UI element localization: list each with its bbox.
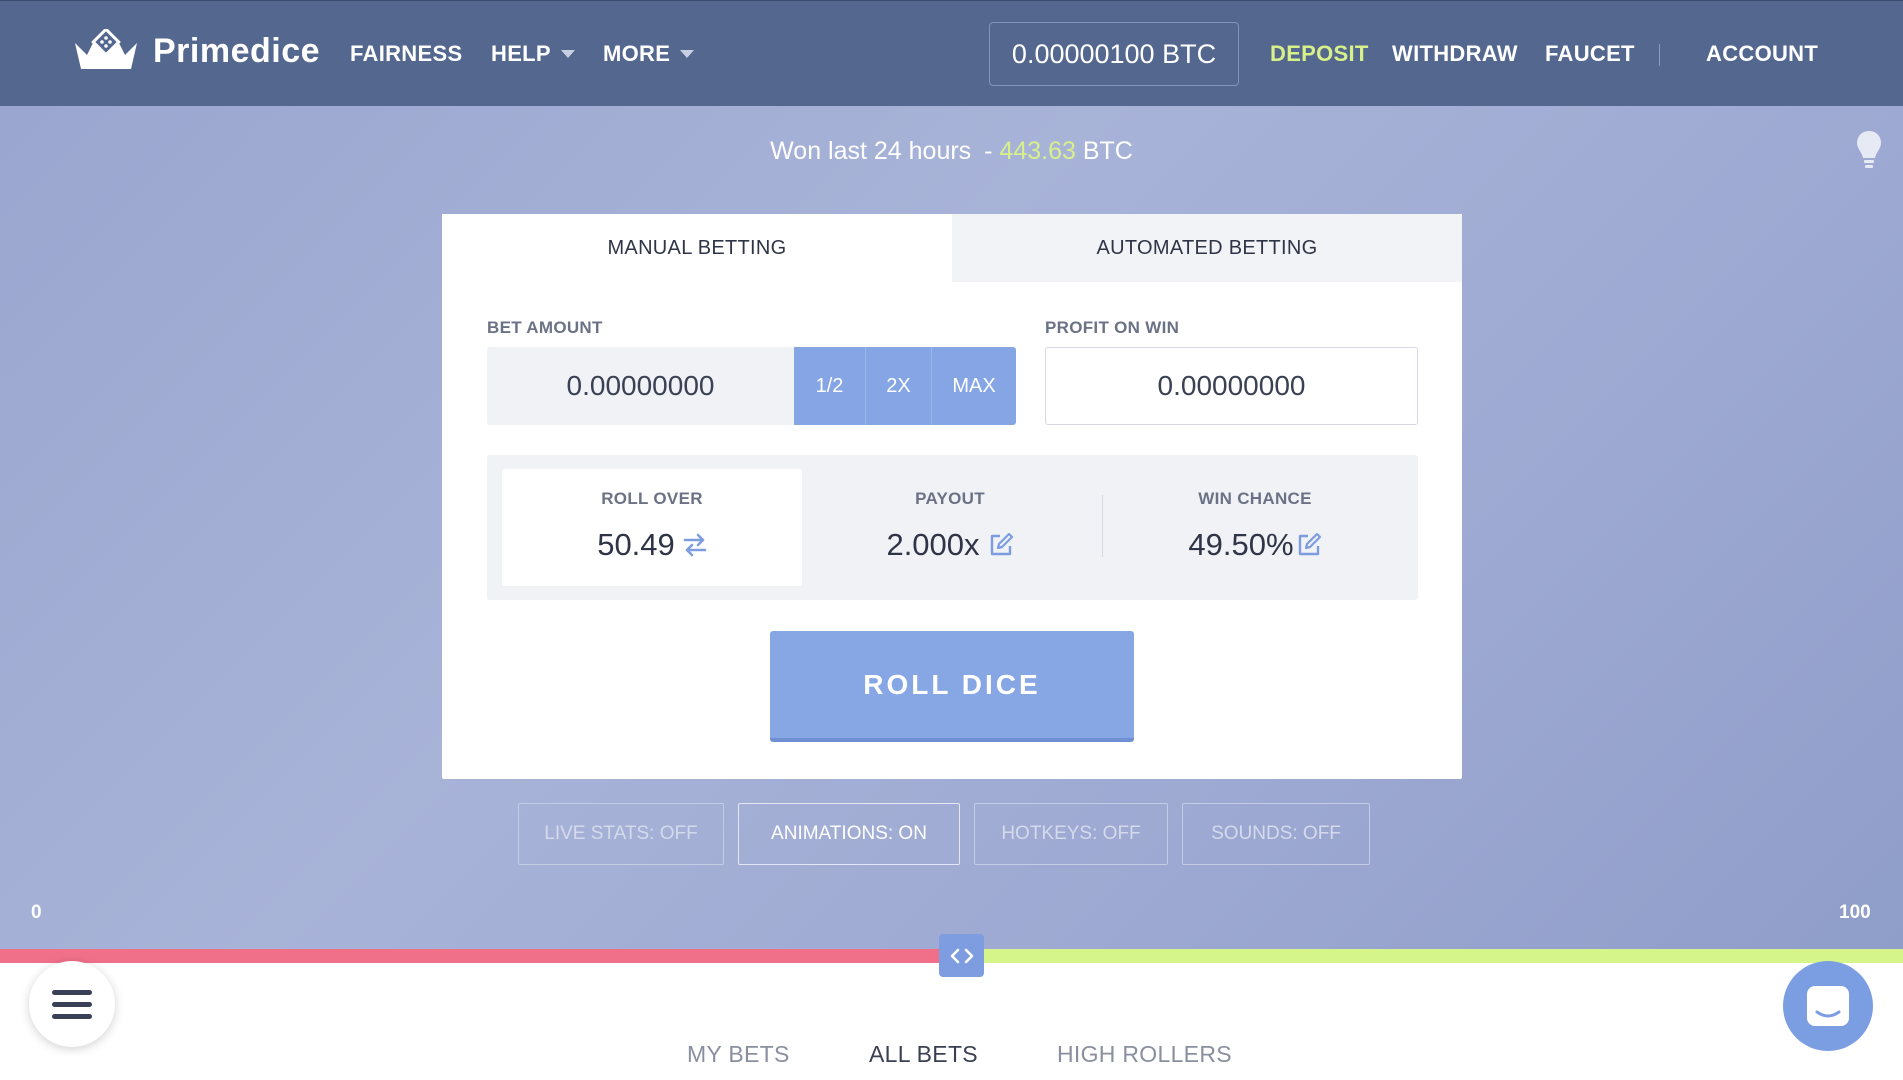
nav-divider (1659, 44, 1660, 66)
nav-more-label: MORE (603, 41, 671, 66)
chevron-down-icon (560, 50, 575, 58)
nav-account-label: ACCOUNT (1706, 41, 1819, 66)
payout-value: 2.000x (886, 527, 980, 562)
nav-withdraw[interactable]: WITHDRAW (1392, 41, 1518, 67)
half-bet-button[interactable]: 1/2 (794, 347, 865, 425)
live-stats-toggle[interactable]: LIVE STATS: OFF (518, 803, 724, 865)
nav-help-label: HELP (491, 41, 551, 66)
slider-handle[interactable] (939, 934, 984, 977)
roll-dice-label: ROLL DICE (863, 668, 1041, 700)
max-bet-label: MAX (952, 374, 996, 397)
nav-faucet[interactable]: FAUCET (1545, 41, 1635, 67)
chat-icon (1807, 986, 1849, 1026)
sounds-toggle[interactable]: SOUNDS: OFF (1182, 803, 1370, 865)
max-bet-button[interactable]: MAX (931, 347, 1016, 425)
nav-help[interactable]: HELP (491, 41, 575, 67)
won-last-24h: Won last 24 hours - 443.63 BTC (0, 137, 1903, 166)
half-bet-label: 1/2 (815, 374, 844, 397)
swap-icon[interactable] (683, 532, 707, 558)
win-chance-stat: WIN CHANCE 49.50% (1105, 489, 1405, 563)
balance-value: 0.00000100 BTC (1011, 38, 1217, 69)
tab-my-bets-label: MY BETS (687, 1041, 790, 1067)
brand-name: Primedice (153, 31, 321, 70)
drag-arrows-icon (950, 948, 973, 963)
won-unit: BTC (1082, 137, 1133, 165)
roll-over-value: 50.49 (597, 527, 675, 562)
tab-high-rollers[interactable]: HIGH ROLLERS (1057, 1041, 1232, 1068)
tab-automated-label: AUTOMATED BETTING (1096, 236, 1318, 259)
profit-on-win-input[interactable]: 0.00000000 (1045, 347, 1418, 425)
live-stats-label: LIVE STATS: OFF (544, 823, 698, 844)
win-chance-label: WIN CHANCE (1198, 489, 1312, 508)
win-range-bar[interactable] (962, 949, 1903, 963)
bet-amount-input[interactable]: 0.00000000 (487, 347, 794, 425)
nav-withdraw-label: WITHDRAW (1392, 41, 1518, 66)
chevron-down-icon (680, 50, 695, 58)
tab-all-bets-label: ALL BETS (869, 1041, 978, 1067)
bet-amount-value: 0.00000000 (566, 370, 715, 401)
animations-label: ANIMATIONS: ON (771, 823, 927, 844)
won-dash: - (984, 137, 993, 165)
roll-over-stat: ROLL OVER 50.49 (502, 489, 802, 563)
game-area: Won last 24 hours - 443.63 BTC MANUAL BE… (0, 106, 1903, 949)
slider-min-label: 0 (31, 902, 42, 923)
balance-display[interactable]: 0.00000100 BTC (989, 22, 1239, 86)
tab-automated-betting[interactable]: AUTOMATED BETTING (952, 214, 1462, 282)
nav-fairness-label: FAIRNESS (350, 41, 463, 66)
tab-high-rollers-label: HIGH ROLLERS (1057, 1041, 1232, 1067)
payout-label: PAYOUT (915, 489, 985, 508)
nav-faucet-label: FAUCET (1545, 41, 1635, 66)
slider-max-label: 100 (1839, 902, 1871, 923)
top-navbar: Primedice FAIRNESS HELP MORE 0.00000100 … (0, 0, 1903, 106)
bet-amount-label: BET AMOUNT (487, 318, 603, 337)
roll-over-label: ROLL OVER (601, 489, 703, 508)
nav-account[interactable]: ACCOUNT (1706, 41, 1818, 67)
tab-manual-betting[interactable]: MANUAL BETTING (442, 214, 952, 282)
sounds-label: SOUNDS: OFF (1211, 823, 1341, 844)
hotkeys-toggle[interactable]: HOTKEYS: OFF (974, 803, 1168, 865)
payout-stat: PAYOUT 2.000x (805, 489, 1095, 563)
dice-stats-panel: ROLL OVER 50.49 PAYOUT 2.000x WIN CHANCE… (487, 455, 1418, 600)
lose-range-bar[interactable] (0, 949, 962, 963)
stats-divider (1102, 495, 1103, 557)
menu-button[interactable] (29, 961, 115, 1047)
nav-fairness[interactable]: FAIRNESS (350, 41, 462, 67)
lightbulb-icon[interactable] (1856, 130, 1882, 170)
tab-my-bets[interactable]: MY BETS (687, 1041, 790, 1068)
tab-manual-label: MANUAL BETTING (607, 236, 787, 259)
nav-more[interactable]: MORE (603, 41, 695, 67)
edit-icon[interactable] (1296, 532, 1322, 558)
nav-deposit-label: DEPOSIT (1270, 41, 1369, 66)
crown-dice-icon (75, 29, 137, 69)
won-amount: 443.63 (999, 137, 1076, 165)
profit-on-win-value: 0.00000000 (1157, 370, 1306, 401)
tab-all-bets[interactable]: ALL BETS (869, 1041, 978, 1068)
double-bet-button[interactable]: 2X (865, 347, 931, 425)
hotkeys-label: HOTKEYS: OFF (1001, 823, 1141, 844)
roll-dice-button[interactable]: ROLL DICE (770, 631, 1134, 742)
profit-on-win-label: PROFIT ON WIN (1045, 318, 1180, 337)
double-bet-label: 2X (886, 374, 911, 397)
win-chance-value: 49.50% (1188, 527, 1294, 562)
won-prefix: Won last 24 hours (770, 137, 972, 165)
hamburger-icon (52, 990, 92, 1019)
betting-card: MANUAL BETTING AUTOMATED BETTING BET AMO… (442, 214, 1462, 779)
edit-icon[interactable] (988, 532, 1014, 558)
brand-logo[interactable]: Primedice (73, 29, 320, 73)
nav-deposit[interactable]: DEPOSIT (1270, 41, 1369, 67)
bet-modifier-group: 1/2 2X MAX (794, 347, 1016, 425)
chat-button[interactable] (1783, 961, 1873, 1051)
animations-toggle[interactable]: ANIMATIONS: ON (738, 803, 960, 865)
